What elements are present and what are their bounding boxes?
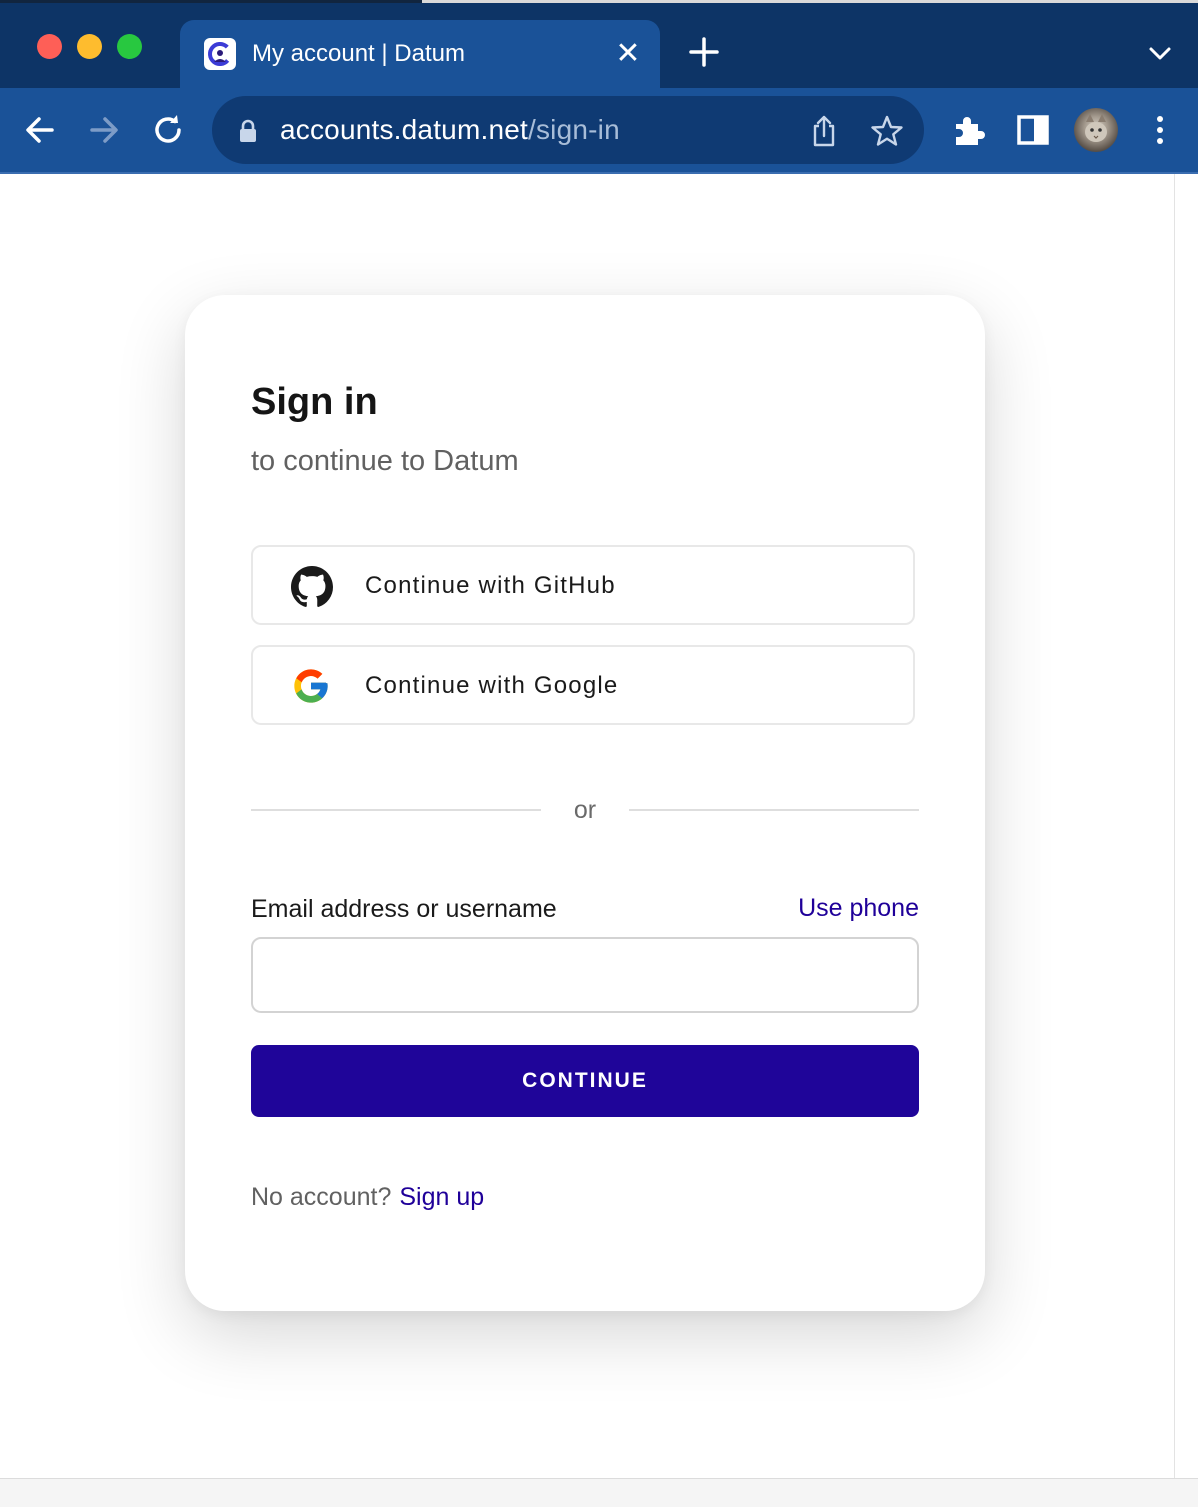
url-path: /sign-in [527,114,620,145]
star-icon[interactable] [870,114,904,148]
continue-button[interactable]: CONTINUE [251,1045,919,1117]
use-phone-link[interactable]: Use phone [798,892,919,924]
email-field[interactable] [251,937,919,1013]
share-icon[interactable] [808,114,840,148]
back-arrow-icon[interactable] [20,110,60,150]
google-button-label: Continue with Google [365,672,619,699]
reload-icon[interactable] [148,110,188,150]
extensions-icon[interactable] [950,110,988,150]
page-subtitle: to continue to Datum [251,445,519,477]
datum-logo-icon [204,38,236,70]
tab-strip: My account | Datum ✕ [0,0,1198,88]
address-bar[interactable]: accounts.datum.net/sign-in [212,96,924,164]
tab-close-icon[interactable]: ✕ [614,39,642,69]
divider-or-text: or [573,796,597,824]
divider-line-right [629,809,919,811]
lock-icon[interactable] [236,118,260,144]
new-tab-icon[interactable] [686,34,722,70]
window-bottom-edge [0,1478,1198,1507]
tab-my-account[interactable]: My account | Datum ✕ [180,20,660,88]
email-field-label: Email address or username [251,895,557,923]
no-account-text: No account? [251,1183,392,1211]
continue-with-github-button[interactable]: Continue with GitHub [251,545,915,625]
profile-avatar[interactable] [1074,108,1118,152]
github-button-label: Continue with GitHub [365,572,616,599]
github-icon [291,566,333,608]
browser-window: My account | Datum ✕ accounts.datum.net/… [0,0,1198,1507]
continue-with-google-button[interactable]: Continue with Google [251,645,915,725]
window-top-edge-light [422,0,1198,3]
sign-up-link[interactable]: Sign up [399,1183,484,1211]
minimize-window-button[interactable] [77,34,102,59]
tab-title: My account | Datum [252,40,465,67]
forward-arrow-icon[interactable] [84,110,124,150]
more-menu-icon[interactable] [1148,110,1172,150]
close-window-button[interactable] [37,34,62,59]
sign-in-card: Sign in to continue to Datum Continue wi… [185,295,985,1311]
signup-prompt: No account? Sign up [251,1181,484,1213]
url-host: accounts.datum.net [280,114,528,145]
maximize-window-button[interactable] [117,34,142,59]
page-title: Sign in [251,381,378,423]
page-content: Sign in to continue to Datum Continue wi… [0,174,1174,1478]
url-text[interactable]: accounts.datum.net/sign-in [280,114,620,146]
side-panel-icon[interactable] [1014,112,1052,148]
google-icon [291,666,333,708]
divider-line-left [251,809,541,811]
page-scrollbar-track[interactable] [1174,174,1198,1478]
browser-toolbar: accounts.datum.net/sign-in [0,88,1198,174]
tab-list-icon[interactable] [1144,38,1176,70]
